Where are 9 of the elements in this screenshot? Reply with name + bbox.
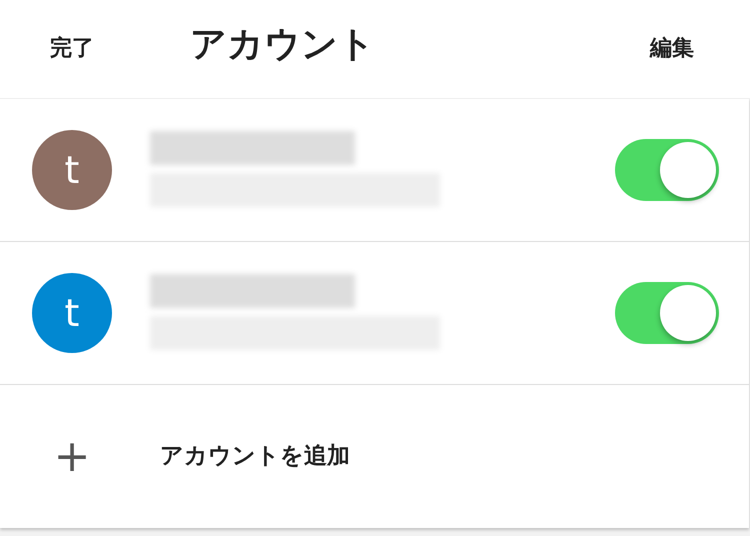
avatar: t [32, 130, 112, 210]
avatar: t [32, 273, 112, 353]
edit-button[interactable]: 編集 [650, 32, 694, 65]
account-toggle[interactable] [615, 139, 719, 201]
add-account-button[interactable]: アカウントを追加 [160, 439, 350, 474]
plus-icon[interactable]: + [52, 424, 92, 490]
page-title: アカウント [190, 23, 375, 67]
done-button[interactable]: 完了 [50, 32, 94, 65]
account-toggle[interactable] [615, 282, 719, 344]
